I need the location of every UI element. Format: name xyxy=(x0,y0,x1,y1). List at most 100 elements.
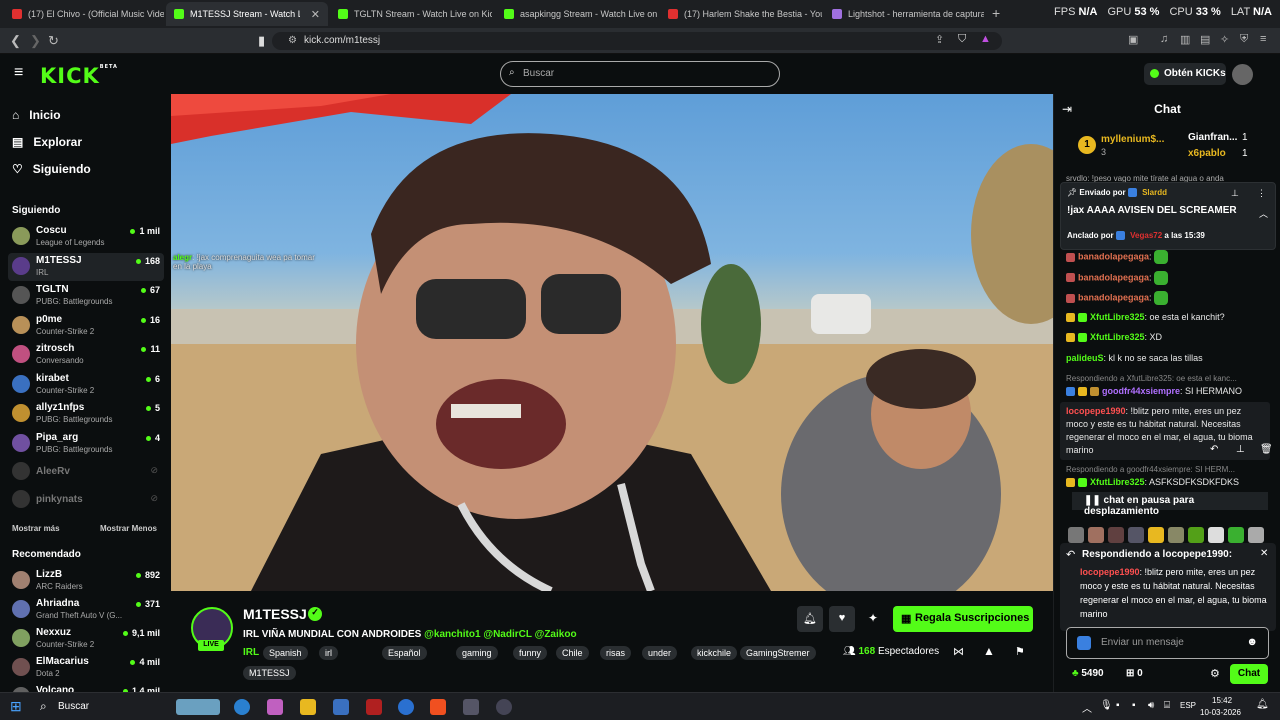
emote-icon[interactable] xyxy=(1248,527,1264,543)
chat-username[interactable]: banadolapegaga xyxy=(1078,292,1149,302)
pin-message-icon[interactable]: ⊥ xyxy=(1236,444,1245,455)
file-explorer-icon[interactable] xyxy=(300,699,316,715)
chat-username[interactable]: banadolapegaga xyxy=(1078,272,1149,282)
url-field[interactable]: kick.com/m1tessj xyxy=(272,32,1002,50)
following-channel-offline[interactable]: AleeRv ⊘ xyxy=(8,458,164,486)
brave-rewards-icon[interactable]: ▲ xyxy=(980,33,991,45)
title-mentions[interactable]: @kanchito1 @NadirCL @Zaikoo xyxy=(424,629,576,640)
get-kicks-button[interactable]: Obtén KICKs xyxy=(1144,63,1226,85)
stream-tag[interactable]: funny xyxy=(513,646,548,660)
report-icon[interactable]: ▲ xyxy=(983,644,995,658)
notification-icon[interactable]: 🔔︎ xyxy=(1256,699,1269,710)
emote-icon[interactable] xyxy=(1088,527,1104,543)
menu-icon[interactable]: ≡ xyxy=(1260,33,1266,45)
gifter-name[interactable]: x6pablo xyxy=(1188,148,1226,159)
vpn-icon[interactable]: ⛨ xyxy=(1240,33,1248,46)
stream-tag[interactable]: M1TESSJ xyxy=(243,666,296,680)
following-channel[interactable]: zitrosch Conversando 11 xyxy=(8,341,164,369)
chat-input[interactable]: Enviar un mensaje ☻ xyxy=(1066,627,1269,659)
emote-icon[interactable] xyxy=(1228,527,1244,543)
unpin-icon[interactable]: ⊥ xyxy=(1231,188,1239,199)
store-icon[interactable] xyxy=(333,699,349,715)
reload-icon[interactable]: ↻ xyxy=(48,33,59,49)
gifter-name[interactable]: Gianfran... xyxy=(1188,132,1237,143)
tray-icon[interactable]: ▪ xyxy=(1132,700,1136,711)
copilot-icon[interactable] xyxy=(267,699,283,715)
recommended-channel[interactable]: LizzB ARC Raiders 892 xyxy=(8,567,164,595)
search-input[interactable]: ⌕ Buscar xyxy=(500,61,780,87)
stream-tag[interactable]: kickchile xyxy=(691,646,738,660)
sidebar-icon[interactable]: ▥ xyxy=(1180,33,1190,46)
edge-icon[interactable] xyxy=(234,699,250,715)
wallet-icon[interactable]: ▤ xyxy=(1200,33,1210,46)
chat-username[interactable]: banadolapegaga xyxy=(1078,251,1149,261)
streamer-name[interactable]: M1TESSJ xyxy=(243,606,307,622)
emote-icon[interactable] xyxy=(1068,527,1084,543)
bookmark-icon[interactable]: ▮ xyxy=(258,33,265,49)
kick-logo[interactable]: KICKBETA xyxy=(40,64,118,88)
video-player[interactable]: alegr: !jax comprenaguita wea pa tomar e… xyxy=(171,94,1053,591)
recommended-channel[interactable]: Ahriadna Grand Theft Auto V (G... 371 xyxy=(8,596,164,624)
tray-chevron-icon[interactable]: ︿ xyxy=(1082,700,1092,715)
clock-time[interactable]: 15:42 xyxy=(1212,696,1232,705)
brave-shield-icon[interactable]: ⛉ xyxy=(958,33,966,46)
app-icon[interactable] xyxy=(463,699,479,715)
subs-balance[interactable]: ⊞ 0 xyxy=(1126,668,1143,679)
app-icon[interactable] xyxy=(398,699,414,715)
app-icon[interactable] xyxy=(366,699,382,715)
recommended-channel[interactable]: Nexxuz Counter-Strike 2 9,1 mil xyxy=(8,625,164,653)
kicks-balance[interactable]: ♣ 5490 xyxy=(1072,668,1104,679)
browser-tab-active[interactable]: M1TESSJ Stream - Watch Live ✕ xyxy=(166,2,328,26)
taskbar-search[interactable]: Buscar xyxy=(58,701,89,712)
chat-username[interactable]: goodfr44xsiempre xyxy=(1102,386,1180,396)
following-channel[interactable]: Pipa_arg PUBG: Battlegrounds 4 xyxy=(8,430,164,458)
recommended-channel[interactable]: ElMacarius Dota 2 4 mil xyxy=(8,654,164,682)
screenshot-icon[interactable]: ▣ xyxy=(1128,33,1138,46)
taskbar-search-icon[interactable]: ⌕ xyxy=(40,699,47,714)
forward-icon[interactable]: ❯ xyxy=(30,33,41,49)
stream-tag[interactable]: under xyxy=(642,646,678,660)
site-info-icon[interactable]: ⚙ xyxy=(288,35,297,46)
show-more-button[interactable]: Mostrar más xyxy=(12,524,60,533)
following-channel[interactable]: TGLTN PUBG: Battlegrounds 67 xyxy=(8,282,164,310)
stream-tag[interactable]: irl xyxy=(319,646,338,660)
stream-tag[interactable]: risas xyxy=(600,646,632,660)
language-indicator[interactable]: ESP xyxy=(1180,701,1196,710)
pinned-sender[interactable]: Slardd xyxy=(1142,188,1167,197)
chat-paused-banner[interactable]: ❚❚ chat en pausa para desplazamiento xyxy=(1072,492,1268,517)
hamburger-icon[interactable]: ≡ xyxy=(14,64,23,82)
browser-tab[interactable]: asapkingg Stream - Watch Live on Ki xyxy=(496,2,658,26)
emote-icon[interactable] xyxy=(1188,527,1204,543)
brave-icon[interactable] xyxy=(430,699,446,715)
chat-username[interactable]: XfutLibre325 xyxy=(1090,332,1145,342)
share-icon[interactable]: ⋈ xyxy=(953,645,964,658)
clock-date[interactable]: 10-03-2026 xyxy=(1200,708,1241,717)
following-channel[interactable]: M1TESSJ IRL 168 xyxy=(8,252,164,281)
nav-following[interactable]: ♡ Siguiendo xyxy=(12,162,91,176)
nav-home[interactable]: ⌂ Inicio xyxy=(12,108,61,122)
chat-username[interactable]: XfutLibre325 xyxy=(1090,312,1145,322)
badge-selector-icon[interactable] xyxy=(1077,636,1091,650)
close-reply-icon[interactable]: ✕ xyxy=(1260,548,1268,559)
send-chat-button[interactable]: Chat xyxy=(1230,664,1268,684)
new-tab-button[interactable]: + xyxy=(992,5,1000,21)
reply-icon[interactable]: ↶ xyxy=(1210,444,1218,455)
windows-start-icon[interactable]: ⊞ xyxy=(10,698,22,715)
more-options-icon[interactable]: ⋮ xyxy=(1257,188,1266,199)
steam-icon[interactable] xyxy=(496,699,512,715)
emoji-icon[interactable]: ☻ xyxy=(1246,636,1258,648)
emote-icon[interactable] xyxy=(1108,527,1124,543)
emote-icon[interactable] xyxy=(1208,527,1224,543)
show-less-button[interactable]: Mostrar Menos xyxy=(100,524,157,533)
user-avatar[interactable] xyxy=(1232,64,1253,85)
following-channel[interactable]: allyz1nfps PUBG: Battlegrounds 5 xyxy=(8,400,164,428)
following-channel[interactable]: Coscu League of Legends 1 mil xyxy=(8,223,164,251)
gift-subs-button[interactable]: ▦ Regala Suscripciones xyxy=(893,606,1033,632)
stream-tag[interactable]: Chile xyxy=(556,646,589,660)
music-icon[interactable]: ♫ xyxy=(1160,33,1168,45)
network-icon[interactable]: ⌸ xyxy=(1164,700,1170,711)
browser-tab[interactable]: TGLTN Stream - Watch Live on Kick xyxy=(330,2,492,26)
chat-username[interactable]: XfutLibre325 xyxy=(1090,477,1145,487)
leo-icon[interactable]: ✧ xyxy=(1220,33,1229,46)
following-channel[interactable]: kirabet Counter-Strike 2 6 xyxy=(8,371,164,399)
